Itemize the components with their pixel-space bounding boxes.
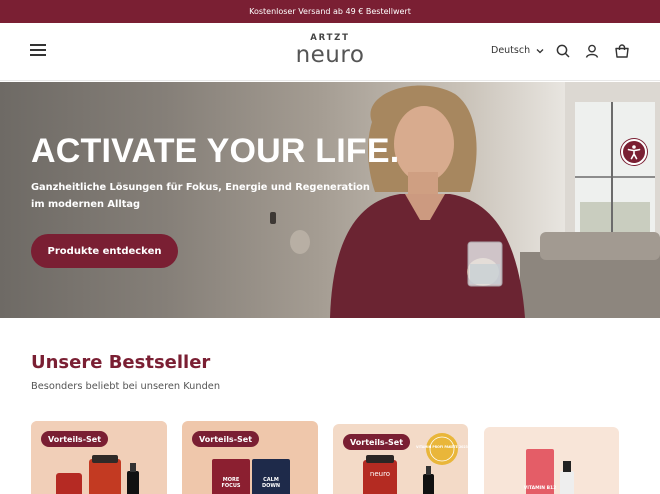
product-box-label: VITAMIN B12 [524, 485, 557, 491]
brand-logo[interactable]: ARTZT neuro [284, 33, 376, 73]
bestseller-subtitle: Besonders beliebt bei unseren Kunden [31, 381, 221, 392]
hero-title: ACTIVATE YOUR LIFE. [31, 132, 400, 170]
logo-main-text: neuro [295, 42, 365, 68]
site-header: ARTZT neuro Deutsch [0, 23, 660, 81]
product-card[interactable]: VITAMIN B12 [484, 427, 619, 494]
language-label: Deutsch [491, 45, 531, 56]
chevron-down-icon [536, 48, 544, 53]
account-icon[interactable] [584, 43, 600, 59]
svg-text:neuro: neuro [370, 470, 390, 478]
product-badge: Vorteils-Set [192, 431, 260, 447]
accessibility-icon [627, 145, 641, 160]
hero-banner: ACTIVATE YOUR LIFE. Ganzheitliche Lösung… [0, 82, 660, 318]
menu-icon[interactable] [30, 44, 46, 58]
bestseller-title: Unsere Bestseller [31, 352, 211, 373]
product-badge: Vorteils-Set [41, 431, 109, 447]
award-seal-text: VITAMIN PROFI PAKETE 2023 [416, 445, 468, 449]
product-card[interactable]: MORE FOCUS CALM DOWN Vorteils-Set [182, 421, 318, 494]
accessibility-button[interactable] [621, 139, 647, 165]
product-image: VITAMIN B12 [484, 427, 619, 494]
product-card[interactable]: Vorteils-Set [31, 421, 167, 494]
cart-icon[interactable] [614, 43, 630, 59]
announcement-text: Kostenloser Versand ab 49 € Bestellwert [249, 7, 411, 16]
language-selector[interactable]: Deutsch [491, 45, 544, 56]
cta-button[interactable]: Produkte entdecken [31, 234, 178, 268]
hero-subtitle: Ganzheitliche Lösungen für Fokus, Energi… [31, 182, 370, 210]
search-icon[interactable] [555, 43, 571, 59]
announcement-bar: Kostenloser Versand ab 49 € Bestellwert [0, 0, 660, 23]
svg-text:DOWN: DOWN [262, 483, 280, 489]
svg-text:FOCUS: FOCUS [222, 483, 241, 489]
product-badge: Vorteils-Set [343, 434, 411, 450]
product-card[interactable]: neuro VITAMIN PROFI PAKETE 2023 Vorteils… [333, 424, 468, 494]
